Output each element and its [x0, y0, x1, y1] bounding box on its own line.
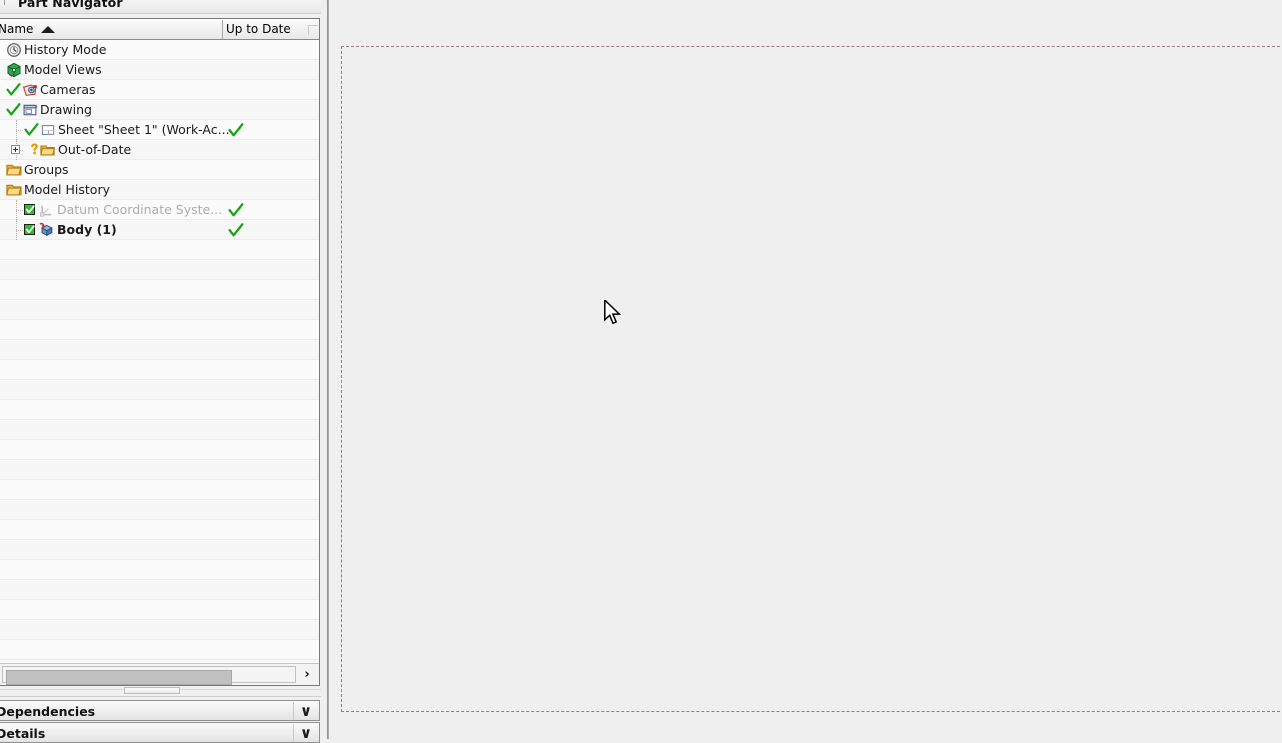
tree-item-label: Datum Coordinate Syste...	[57, 202, 223, 217]
tree-item-label: Drawing	[40, 102, 92, 117]
up-to-date-check-icon	[228, 222, 244, 238]
panel-pin-icon[interactable]	[4, 0, 11, 5]
column-header-up-to-date[interactable]: Up to Date	[226, 19, 318, 39]
green-check-icon	[6, 103, 21, 116]
tree-row[interactable]: Out-of-Date	[0, 140, 319, 160]
model-views-icon	[7, 62, 21, 78]
tree-row[interactable]: Model History	[0, 180, 319, 200]
tree-item-label: Model Views	[24, 62, 102, 77]
scrollbar-track[interactable]	[2, 666, 296, 685]
application-window: Part Navigator Name Up to Date History M…	[0, 0, 1282, 743]
tree-row-empty	[0, 580, 319, 600]
tree-row-empty	[0, 480, 319, 500]
tree-rows-area: History Mode Model Views Cameras Drawing She…	[0, 40, 319, 662]
tree-row[interactable]: Cameras	[0, 80, 319, 100]
vertical-splitter[interactable]	[321, 0, 332, 739]
tree-row[interactable]: Sheet "Sheet 1" (Work-Ac...	[0, 120, 319, 140]
drawing-canvas[interactable]	[332, 0, 1282, 739]
tree-guide-line	[16, 130, 23, 132]
splitter-line-bottom	[0, 696, 321, 697]
part-navigator-panel: Part Navigator Name Up to Date History M…	[0, 0, 321, 743]
drawing-sheet-border	[341, 46, 1282, 712]
part-navigator-tree: Name Up to Date History Mode Model Views C…	[0, 18, 320, 686]
section-dependencies-label: Dependencies	[0, 704, 96, 719]
tree-row-empty	[0, 540, 319, 560]
camera-icon	[22, 84, 37, 96]
panel-title-bar[interactable]: Part Navigator	[0, 0, 321, 13]
section-divider	[293, 724, 294, 742]
tree-row-empty	[0, 400, 319, 420]
tree-row-empty	[0, 500, 319, 520]
tree-item-label: Model History	[24, 182, 110, 197]
tree-row[interactable]: History Mode	[0, 40, 319, 60]
folder-icon	[6, 184, 22, 196]
tree-item-label: Sheet "Sheet 1" (Work-Ac...	[58, 122, 230, 137]
tree-row-empty	[0, 260, 319, 280]
expand-node-icon[interactable]	[11, 145, 20, 154]
section-dependencies[interactable]: Dependencies ∨	[0, 700, 320, 721]
mouse-cursor-icon	[604, 300, 622, 325]
chevron-down-icon[interactable]: ∨	[295, 703, 317, 720]
tree-row-empty	[0, 240, 319, 260]
tree-row-empty	[0, 420, 319, 440]
splitter-edge	[327, 0, 329, 739]
section-details-label: Details	[0, 726, 46, 741]
tree-row-empty	[0, 460, 319, 480]
tree-row[interactable]: Model Views	[0, 60, 319, 80]
up-to-date-check-icon	[228, 122, 244, 138]
chevron-down-icon[interactable]: ∨	[295, 725, 317, 742]
tree-row[interactable]: Body (1)	[0, 220, 319, 240]
folder-icon	[6, 164, 22, 176]
scroll-right-arrow-icon[interactable]: ›	[298, 666, 316, 684]
section-details[interactable]: Details ∨	[0, 722, 320, 743]
datum-csys-icon	[39, 205, 52, 217]
tree-row[interactable]: Groups	[0, 160, 319, 180]
drawing-icon	[23, 104, 38, 116]
tree-row-empty	[0, 300, 319, 320]
column-divider[interactable]	[222, 20, 223, 39]
panel-title: Part Navigator	[18, 0, 123, 10]
column-header-name[interactable]: Name	[0, 19, 224, 39]
section-divider	[293, 702, 294, 720]
body-icon	[39, 222, 53, 237]
suppress-checkbox[interactable]	[24, 204, 35, 215]
sort-ascending-icon[interactable]	[41, 26, 55, 33]
tree-guide-line	[16, 210, 23, 212]
column-resize-grip[interactable]	[308, 25, 318, 35]
tree-item-label: Out-of-Date	[58, 142, 132, 157]
panel-splitter-handle[interactable]	[0, 687, 321, 699]
tree-row-empty	[0, 600, 319, 620]
tree-row-empty	[0, 380, 319, 400]
tree-column-header: Name Up to Date	[0, 19, 319, 40]
tree-row-empty	[0, 440, 319, 460]
clock-icon	[7, 43, 21, 57]
title-divider	[0, 13, 321, 14]
tree-row-empty	[0, 660, 319, 662]
splitter-grip[interactable]	[124, 687, 180, 694]
tree-row[interactable]: Datum Coordinate Syste...	[0, 200, 319, 220]
tree-item-label: Body (1)	[57, 222, 117, 237]
tree-row-empty	[0, 320, 319, 340]
tree-row-empty	[0, 340, 319, 360]
up-to-date-check-icon	[228, 202, 244, 218]
tree-row[interactable]: Drawing	[0, 100, 319, 120]
tree-item-label: Groups	[24, 162, 69, 177]
green-check-icon	[24, 123, 39, 136]
scrollbar-thumb[interactable]	[6, 670, 232, 685]
tree-row-empty	[0, 620, 319, 640]
tree-row-empty	[0, 360, 319, 380]
green-check-icon	[6, 83, 21, 96]
suppress-checkbox[interactable]	[24, 224, 35, 235]
tree-row-empty	[0, 280, 319, 300]
sheet-icon	[41, 125, 55, 135]
tree-row-empty	[0, 520, 319, 540]
tree-guide-line	[16, 230, 23, 232]
tree-horizontal-scrollbar[interactable]: ›	[0, 663, 319, 685]
tree-item-label: Cameras	[40, 82, 96, 97]
tree-row-empty	[0, 560, 319, 580]
tree-item-label: History Mode	[24, 42, 107, 57]
folder-question-icon	[40, 145, 55, 156]
tree-row-empty	[0, 640, 319, 660]
